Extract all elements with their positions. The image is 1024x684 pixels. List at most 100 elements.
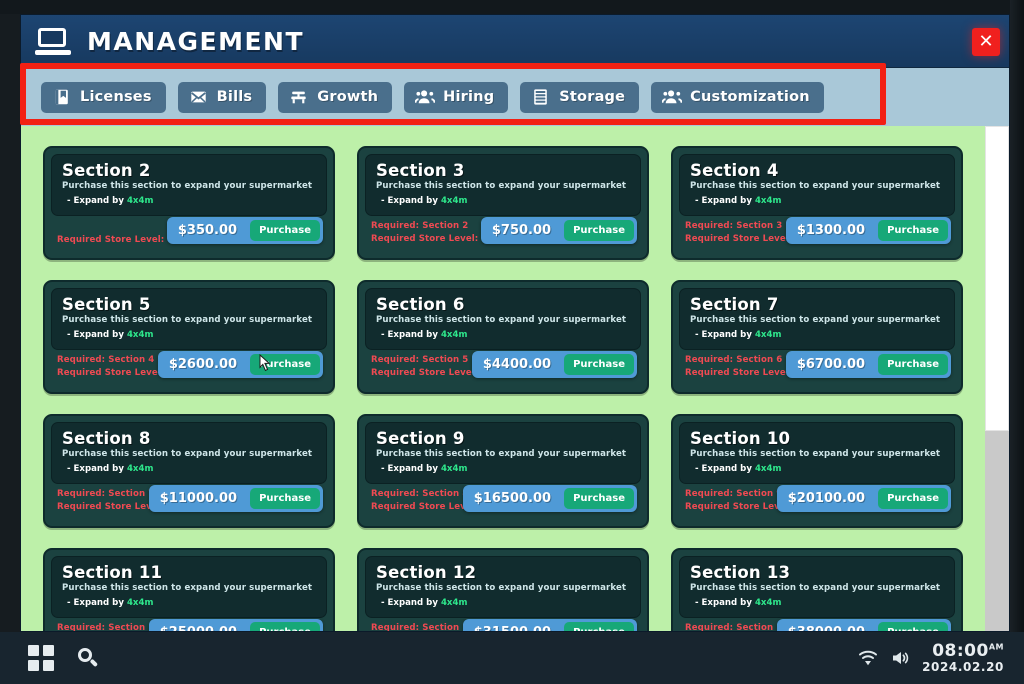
section-card-footer: Required: Section 5Required Store Level:… xyxy=(365,350,641,390)
expand-prefix: - Expand by xyxy=(381,598,441,608)
volume-icon[interactable] xyxy=(890,649,910,667)
section-price: $31500.00 xyxy=(466,625,561,632)
sections-grid: Section 2 Purchase this section to expand… xyxy=(21,126,985,632)
close-icon[interactable]: ✕ xyxy=(972,28,1000,56)
section-requirements: Required Store Level: 4 xyxy=(57,234,174,247)
section-price: $2600.00 xyxy=(161,357,247,372)
purchase-control[interactable]: $2600.00Purchase xyxy=(158,351,323,378)
tab-label: Storage xyxy=(559,89,625,105)
tab-bills[interactable]: Bills xyxy=(178,82,267,113)
requirement-level: Required Store Level: 6 xyxy=(371,233,488,246)
section-card[interactable]: Section 10 Purchase this section to expan… xyxy=(671,414,963,528)
section-card[interactable]: Section 8Purchase this section to expand… xyxy=(43,414,335,528)
people-icon xyxy=(662,88,681,106)
section-card-header: Section 8Purchase this section to expand… xyxy=(51,422,327,484)
section-card[interactable]: Section 9Purchase this section to expand… xyxy=(357,414,649,528)
section-description: Purchase this section to expand your sup… xyxy=(690,449,944,459)
section-description: Purchase this section to expand your sup… xyxy=(62,181,316,191)
section-requirements: Required: Section 2Required Store Level:… xyxy=(371,220,488,247)
section-card[interactable]: Section 13Purchase this section to expan… xyxy=(671,548,963,632)
section-card[interactable]: Section 4Purchase this section to expand… xyxy=(671,146,963,260)
section-card-footer: Required: Section 10Required Store Level… xyxy=(51,618,327,632)
section-card[interactable]: Section 11 Purchase this section to expan… xyxy=(43,548,335,632)
purchase-button[interactable]: Purchase xyxy=(564,354,634,375)
clock-meridiem: AM xyxy=(989,643,1004,652)
section-price: $11000.00 xyxy=(152,491,247,506)
windows-start-icon[interactable] xyxy=(28,645,54,671)
expand-prefix: - Expand by xyxy=(381,464,441,474)
envelope-icon xyxy=(189,88,208,106)
purchase-button[interactable]: Purchase xyxy=(564,220,634,241)
section-title: Section 8 xyxy=(62,430,316,447)
section-card-footer: Required: Section 9Required Store Level:… xyxy=(679,484,955,524)
expand-size: 4x4m xyxy=(127,464,153,474)
purchase-button[interactable]: Purchase xyxy=(564,488,634,509)
section-card[interactable]: Section 2 Purchase this section to expand… xyxy=(43,146,335,260)
section-title: Section 2 xyxy=(62,162,316,179)
requirement-section: Required: Section 3 xyxy=(685,220,802,233)
section-card-header: Section 11 Purchase this section to expan… xyxy=(51,556,327,618)
section-card-footer: Required: Section 11Required Store Level… xyxy=(365,618,641,632)
license-book-icon xyxy=(52,88,71,106)
expand-prefix: - Expand by xyxy=(67,330,127,340)
section-expand-info: - Expand by 4x4m xyxy=(376,464,630,474)
purchase-control[interactable]: $31500.00Purchase xyxy=(463,619,637,632)
section-card[interactable]: Section 3Purchase this section to expand… xyxy=(357,146,649,260)
section-expand-info: - Expand by 4x4m xyxy=(376,598,630,608)
scrollbar-thumb[interactable] xyxy=(985,126,1009,431)
tab-licenses[interactable]: Licenses xyxy=(41,82,166,113)
expand-prefix: - Expand by xyxy=(695,598,755,608)
search-icon[interactable] xyxy=(76,646,100,670)
purchase-control[interactable]: $11000.00Purchase xyxy=(149,485,323,512)
purchase-button[interactable]: Purchase xyxy=(564,622,634,632)
purchase-control[interactable]: $38000.00Purchase xyxy=(777,619,951,632)
purchase-control[interactable]: $20100.00Purchase xyxy=(777,485,951,512)
section-description: Purchase this section to expand your sup… xyxy=(62,583,316,593)
wifi-icon[interactable] xyxy=(858,649,878,667)
section-card[interactable]: Section 5Purchase this section to expand… xyxy=(43,280,335,394)
section-title: Section 11 xyxy=(62,564,316,581)
tab-hiring[interactable]: Hiring xyxy=(404,82,508,113)
tab-storage[interactable]: Storage xyxy=(520,82,639,113)
expand-size: 4x4m xyxy=(441,598,467,608)
section-card[interactable]: Section 6Purchase this section to expand… xyxy=(357,280,649,394)
purchase-button[interactable]: Purchase xyxy=(878,622,948,632)
purchase-button[interactable]: Purchase xyxy=(250,354,320,375)
section-price: $25000.00 xyxy=(152,625,247,632)
purchase-control[interactable]: $750.00Purchase xyxy=(481,217,637,244)
purchase-control[interactable]: $6700.00Purchase xyxy=(786,351,951,378)
section-requirements: Required: Section 3Required Store Level:… xyxy=(685,220,802,247)
purchase-control[interactable]: $350.00Purchase xyxy=(167,217,323,244)
purchase-control[interactable]: $1300.00Purchase xyxy=(786,217,951,244)
clock[interactable]: 08:00AM 2024.02.20 xyxy=(922,642,1004,673)
vertical-scrollbar[interactable] xyxy=(985,126,1009,632)
section-price: $20100.00 xyxy=(780,491,875,506)
section-description: Purchase this section to expand your sup… xyxy=(376,315,630,325)
counter-table-icon xyxy=(289,88,308,106)
purchase-button[interactable]: Purchase xyxy=(878,488,948,509)
section-title: Section 13 xyxy=(690,564,944,581)
purchase-control[interactable]: $16500.00Purchase xyxy=(463,485,637,512)
clock-date: 2024.02.20 xyxy=(922,661,1004,674)
section-card-footer: Required: Section 7Required Store Level:… xyxy=(51,484,327,524)
tab-growth[interactable]: Growth xyxy=(278,82,392,113)
tab-label: Licenses xyxy=(80,89,152,105)
purchase-button[interactable]: Purchase xyxy=(250,622,320,632)
section-price: $38000.00 xyxy=(780,625,875,632)
section-expand-info: - Expand by 4x4m xyxy=(376,196,630,206)
purchase-control[interactable]: $4400.00Purchase xyxy=(472,351,637,378)
tab-label: Bills xyxy=(217,89,253,105)
section-card-header: Section 6Purchase this section to expand… xyxy=(365,288,641,350)
desktop-background-right xyxy=(1010,0,1024,684)
section-card[interactable]: Section 12Purchase this section to expan… xyxy=(357,548,649,632)
purchase-button[interactable]: Purchase xyxy=(878,354,948,375)
purchase-button[interactable]: Purchase xyxy=(878,220,948,241)
section-card-header: Section 13Purchase this section to expan… xyxy=(679,556,955,618)
section-card-footer: Required: Section 6Required Store Level:… xyxy=(679,350,955,390)
section-title: Section 10 xyxy=(690,430,944,447)
section-card[interactable]: Section 7Purchase this section to expand… xyxy=(671,280,963,394)
purchase-button[interactable]: Purchase xyxy=(250,488,320,509)
purchase-control[interactable]: $25000.00Purchase xyxy=(149,619,323,632)
purchase-button[interactable]: Purchase xyxy=(250,220,320,241)
tab-customization[interactable]: Customization xyxy=(651,82,824,113)
